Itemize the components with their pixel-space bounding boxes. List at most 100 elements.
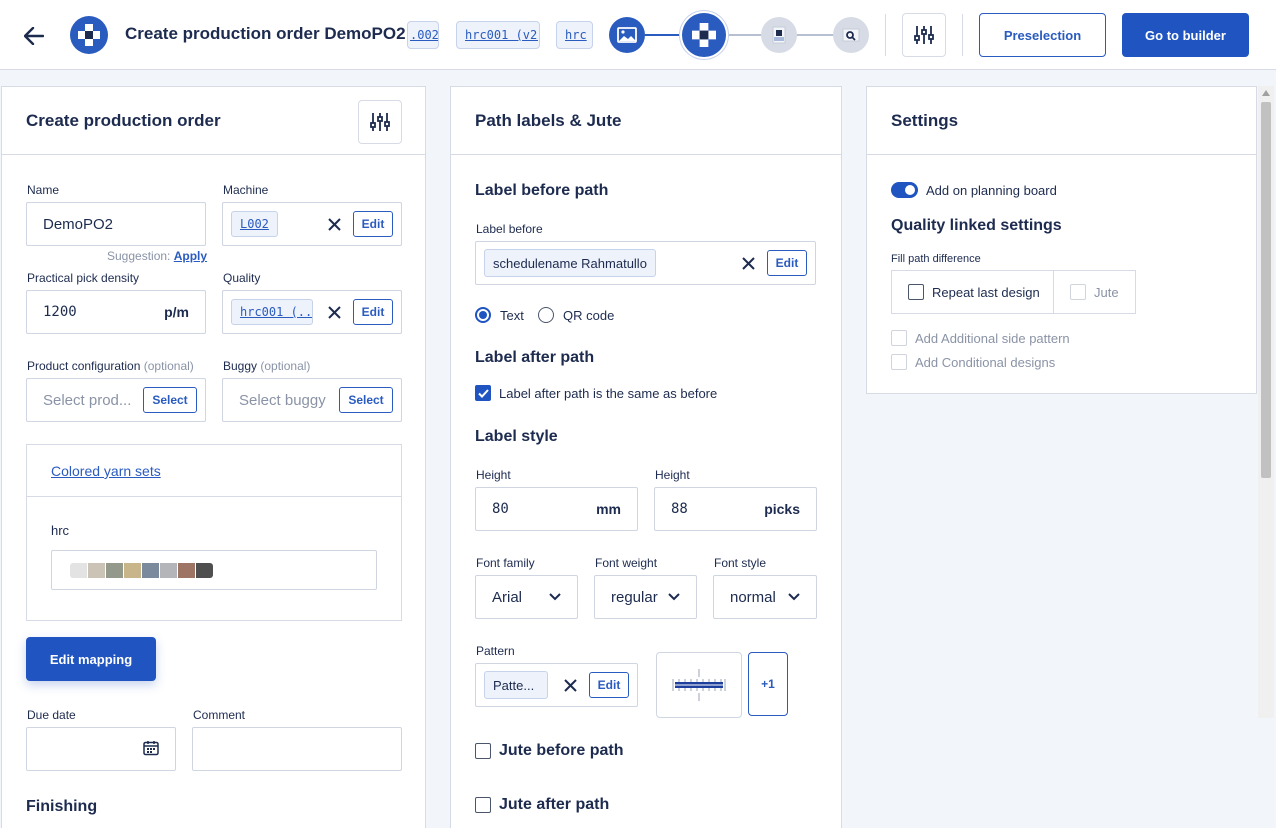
edit-pattern-button[interactable]: Edit	[589, 672, 629, 698]
radio-qr[interactable]: QR code	[538, 307, 614, 323]
yarn-color-swatch	[70, 562, 87, 578]
scroll-up-icon[interactable]	[1262, 90, 1270, 96]
edit-label-before-button[interactable]: Edit	[767, 250, 807, 276]
clear-quality-button[interactable]	[328, 305, 341, 319]
edit-machine-button[interactable]: Edit	[353, 211, 393, 237]
yarn-color-strip[interactable]	[51, 550, 377, 590]
repeat-last-design-option[interactable]: Repeat last design	[892, 271, 1054, 313]
product-config-field[interactable]: Select prod... Select	[26, 378, 206, 422]
yarn-color-swatch	[142, 562, 159, 578]
add-conditional-label: Add Conditional designs	[915, 354, 1056, 370]
pattern-tag[interactable]: Patte...	[484, 671, 548, 699]
radio-qr-control[interactable]	[538, 307, 554, 323]
due-date-input[interactable]	[26, 727, 176, 771]
step-image-icon[interactable]	[609, 17, 645, 53]
checkbox-checked[interactable]	[475, 385, 491, 401]
calendar-icon[interactable]	[143, 740, 159, 759]
edit-mapping-button[interactable]: Edit mapping	[26, 637, 156, 681]
checkbox-unchecked[interactable]	[475, 797, 491, 813]
colored-yarn-box: Colored yarn sets hrc	[26, 444, 402, 621]
ppd-input[interactable]: 1200 p/m	[26, 290, 206, 334]
step-preview-icon[interactable]	[833, 17, 869, 53]
planning-board-toggle[interactable]	[891, 182, 918, 198]
more-patterns-button[interactable]: +1	[748, 652, 788, 716]
jute-after-checkbox[interactable]: Jute after path	[475, 796, 609, 814]
pattern-thumbnail[interactable]	[656, 652, 742, 718]
step-label-icon[interactable]	[761, 17, 797, 53]
jute-option[interactable]: Jute	[1054, 271, 1135, 313]
quality-field: hrc001 (... Edit	[222, 290, 402, 334]
left-panel-title: Create production order	[26, 111, 221, 130]
colored-yarn-sets-link[interactable]: Colored yarn sets	[51, 463, 161, 479]
check-icon	[477, 388, 489, 398]
font-weight-value: regular	[611, 588, 658, 606]
label-after-same-checkbox[interactable]: Label after path is the same as before	[475, 385, 717, 401]
jute-before-checkbox[interactable]: Jute before path	[475, 742, 623, 760]
header-divider	[885, 14, 886, 56]
chip-machine[interactable]: .002	[407, 21, 439, 49]
checkbox-unchecked[interactable]	[475, 743, 491, 759]
radio-text[interactable]: Text	[475, 307, 524, 323]
buggy-field[interactable]: Select buggy Select	[222, 378, 402, 422]
planning-board-label: Add on planning board	[926, 182, 1057, 198]
optional-tag: (optional)	[143, 359, 194, 373]
checkbox-unchecked[interactable]	[908, 284, 924, 300]
repeat-last-design-label: Repeat last design	[932, 284, 1040, 300]
radio-qr-label: QR code	[563, 307, 615, 323]
name-input[interactable]: DemoPO2	[26, 202, 206, 246]
label-before-heading: Label before path	[475, 182, 609, 199]
left-panel-settings-button[interactable]	[358, 100, 402, 144]
jute-before-text: Jute before path	[499, 742, 624, 759]
yarn-color-swatch	[88, 562, 105, 578]
chip-quality[interactable]: hrc001 (v2)	[456, 21, 540, 49]
label-after-heading: Label after path	[475, 349, 595, 366]
close-icon	[328, 305, 341, 319]
add-side-pattern-checkbox[interactable]: Add Additional side pattern	[891, 330, 1070, 346]
chip-yarn-set[interactable]: hrc	[556, 21, 593, 49]
back-button[interactable]	[18, 22, 50, 50]
name-label: Name	[27, 183, 60, 197]
finishing-heading: Finishing	[26, 798, 98, 815]
planning-board-toggle-row[interactable]: Add on planning board	[891, 182, 1057, 198]
page-scrollbar-thumb[interactable]	[1261, 102, 1271, 478]
checkbox-disabled[interactable]	[891, 354, 907, 370]
right-panel-header: Settings	[867, 87, 1256, 155]
radio-text-control[interactable]	[475, 307, 491, 323]
go-to-builder-button[interactable]: Go to builder	[1122, 13, 1249, 57]
checkbox-disabled[interactable]	[891, 330, 907, 346]
pattern-label: Pattern	[476, 644, 515, 658]
select-buggy-button[interactable]: Select	[339, 387, 393, 413]
clear-pattern-button[interactable]	[564, 678, 577, 692]
height-mm-input[interactable]: 80 mm	[475, 487, 638, 531]
name-value: DemoPO2	[43, 215, 114, 233]
preselection-button[interactable]: Preselection	[979, 13, 1106, 57]
yarn-color-swatch	[178, 562, 195, 578]
due-date-label: Due date	[27, 708, 76, 722]
comment-input[interactable]	[192, 727, 402, 771]
machine-tag[interactable]: L002	[231, 211, 278, 237]
font-style-select[interactable]: normal	[713, 575, 817, 619]
radio-text-label: Text	[500, 307, 524, 323]
quality-linked-heading: Quality linked settings	[891, 217, 1062, 234]
edit-quality-button[interactable]: Edit	[353, 299, 393, 325]
height-picks-input[interactable]: 88 picks	[654, 487, 817, 531]
label-style-heading: Label style	[475, 428, 558, 445]
clear-label-before-button[interactable]	[742, 256, 755, 270]
yarn-color-swatch	[160, 562, 177, 578]
header-settings-button[interactable]	[902, 13, 946, 57]
chevron-down-icon	[668, 593, 680, 601]
font-weight-select[interactable]: regular	[594, 575, 697, 619]
font-style-label: Font style	[714, 556, 767, 570]
apply-suggestion-link[interactable]: Apply	[174, 249, 207, 263]
add-conditional-checkbox[interactable]: Add Conditional designs	[891, 354, 1055, 370]
label-before-tag[interactable]: schedulename Rahmatullo	[484, 249, 656, 277]
pattern-preview-icon	[672, 669, 726, 701]
settings-title: Settings	[891, 111, 959, 130]
checkbox-disabled[interactable]	[1070, 284, 1086, 300]
clear-machine-button[interactable]	[328, 217, 341, 231]
quality-tag[interactable]: hrc001 (...	[231, 299, 313, 325]
title-prefix: Create production order	[125, 24, 320, 43]
select-product-config-button[interactable]: Select	[143, 387, 197, 413]
font-family-select[interactable]: Arial	[475, 575, 578, 619]
step-design-icon[interactable]	[682, 13, 726, 57]
